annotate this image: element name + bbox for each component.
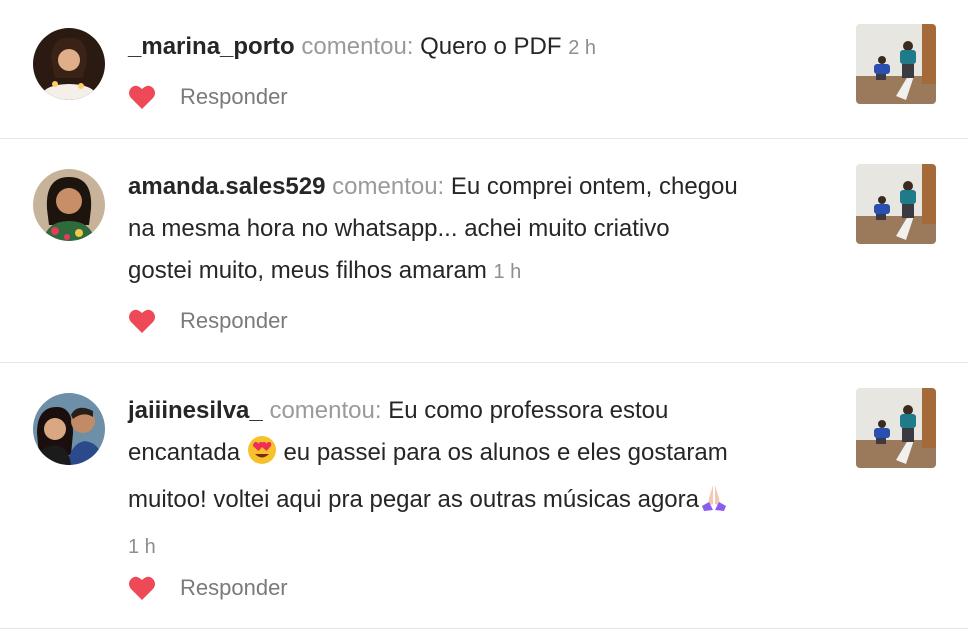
username-link[interactable]: jaiiinesilva_ (128, 397, 263, 424)
comment-verb: comentou: (269, 397, 382, 424)
heart-icon[interactable] (128, 575, 156, 601)
comment-actions: Responder (128, 306, 288, 336)
reply-button[interactable]: Responder (180, 575, 288, 601)
reply-button[interactable]: Responder (180, 84, 288, 110)
comment-body-line: gostei muito, meus filhos amaram (128, 257, 487, 284)
avatar[interactable] (33, 169, 105, 241)
username-link[interactable]: amanda.sales529 (128, 173, 325, 200)
comment-body-line: eu passei para os alunos e eles gostaram (283, 439, 728, 466)
comment-body-line: na mesma hora no whatsapp... achei muito… (128, 215, 670, 242)
comment-item: jaiiinesilva_ comentou: Eu como professo… (0, 363, 968, 629)
praying-hands-emoji (699, 482, 729, 526)
heart-eyes-emoji (247, 435, 277, 479)
avatar[interactable] (33, 393, 105, 465)
comment-text: jaiiinesilva_ comentou: Eu como professo… (128, 390, 828, 568)
reply-button[interactable]: Responder (180, 308, 288, 334)
comment-text: _marina_porto comentou: Quero o PDF 2 h (128, 26, 828, 69)
post-thumbnail[interactable] (856, 164, 936, 244)
comment-body-line: Eu comprei ontem, chegou (450, 173, 738, 200)
timestamp: 2 h (568, 37, 597, 59)
comment-actions: Responder (128, 82, 288, 112)
comment-text: amanda.sales529 comentou: Eu comprei ont… (128, 166, 828, 293)
timestamp: 1 h (493, 261, 522, 283)
comment-verb: comentou: (332, 173, 445, 200)
comment-body: Quero o PDF (420, 33, 562, 60)
timestamp: 1 h (128, 536, 156, 558)
comment-body-line: muitoo! voltei aqui pra pegar as outras … (128, 486, 699, 513)
comment-actions: Responder (128, 573, 288, 603)
comment-verb: comentou: (301, 33, 414, 60)
post-thumbnail[interactable] (856, 388, 936, 468)
username-link[interactable]: _marina_porto (128, 33, 295, 60)
heart-icon[interactable] (128, 84, 156, 110)
comment-item: amanda.sales529 comentou: Eu comprei ont… (0, 139, 968, 363)
avatar[interactable] (33, 28, 105, 100)
comment-body-line: encantada (128, 439, 241, 466)
heart-icon[interactable] (128, 308, 156, 334)
comment-body-line: Eu como professora estou (388, 397, 669, 424)
comment-item: _marina_porto comentou: Quero o PDF 2 h … (0, 0, 968, 139)
post-thumbnail[interactable] (856, 24, 936, 104)
